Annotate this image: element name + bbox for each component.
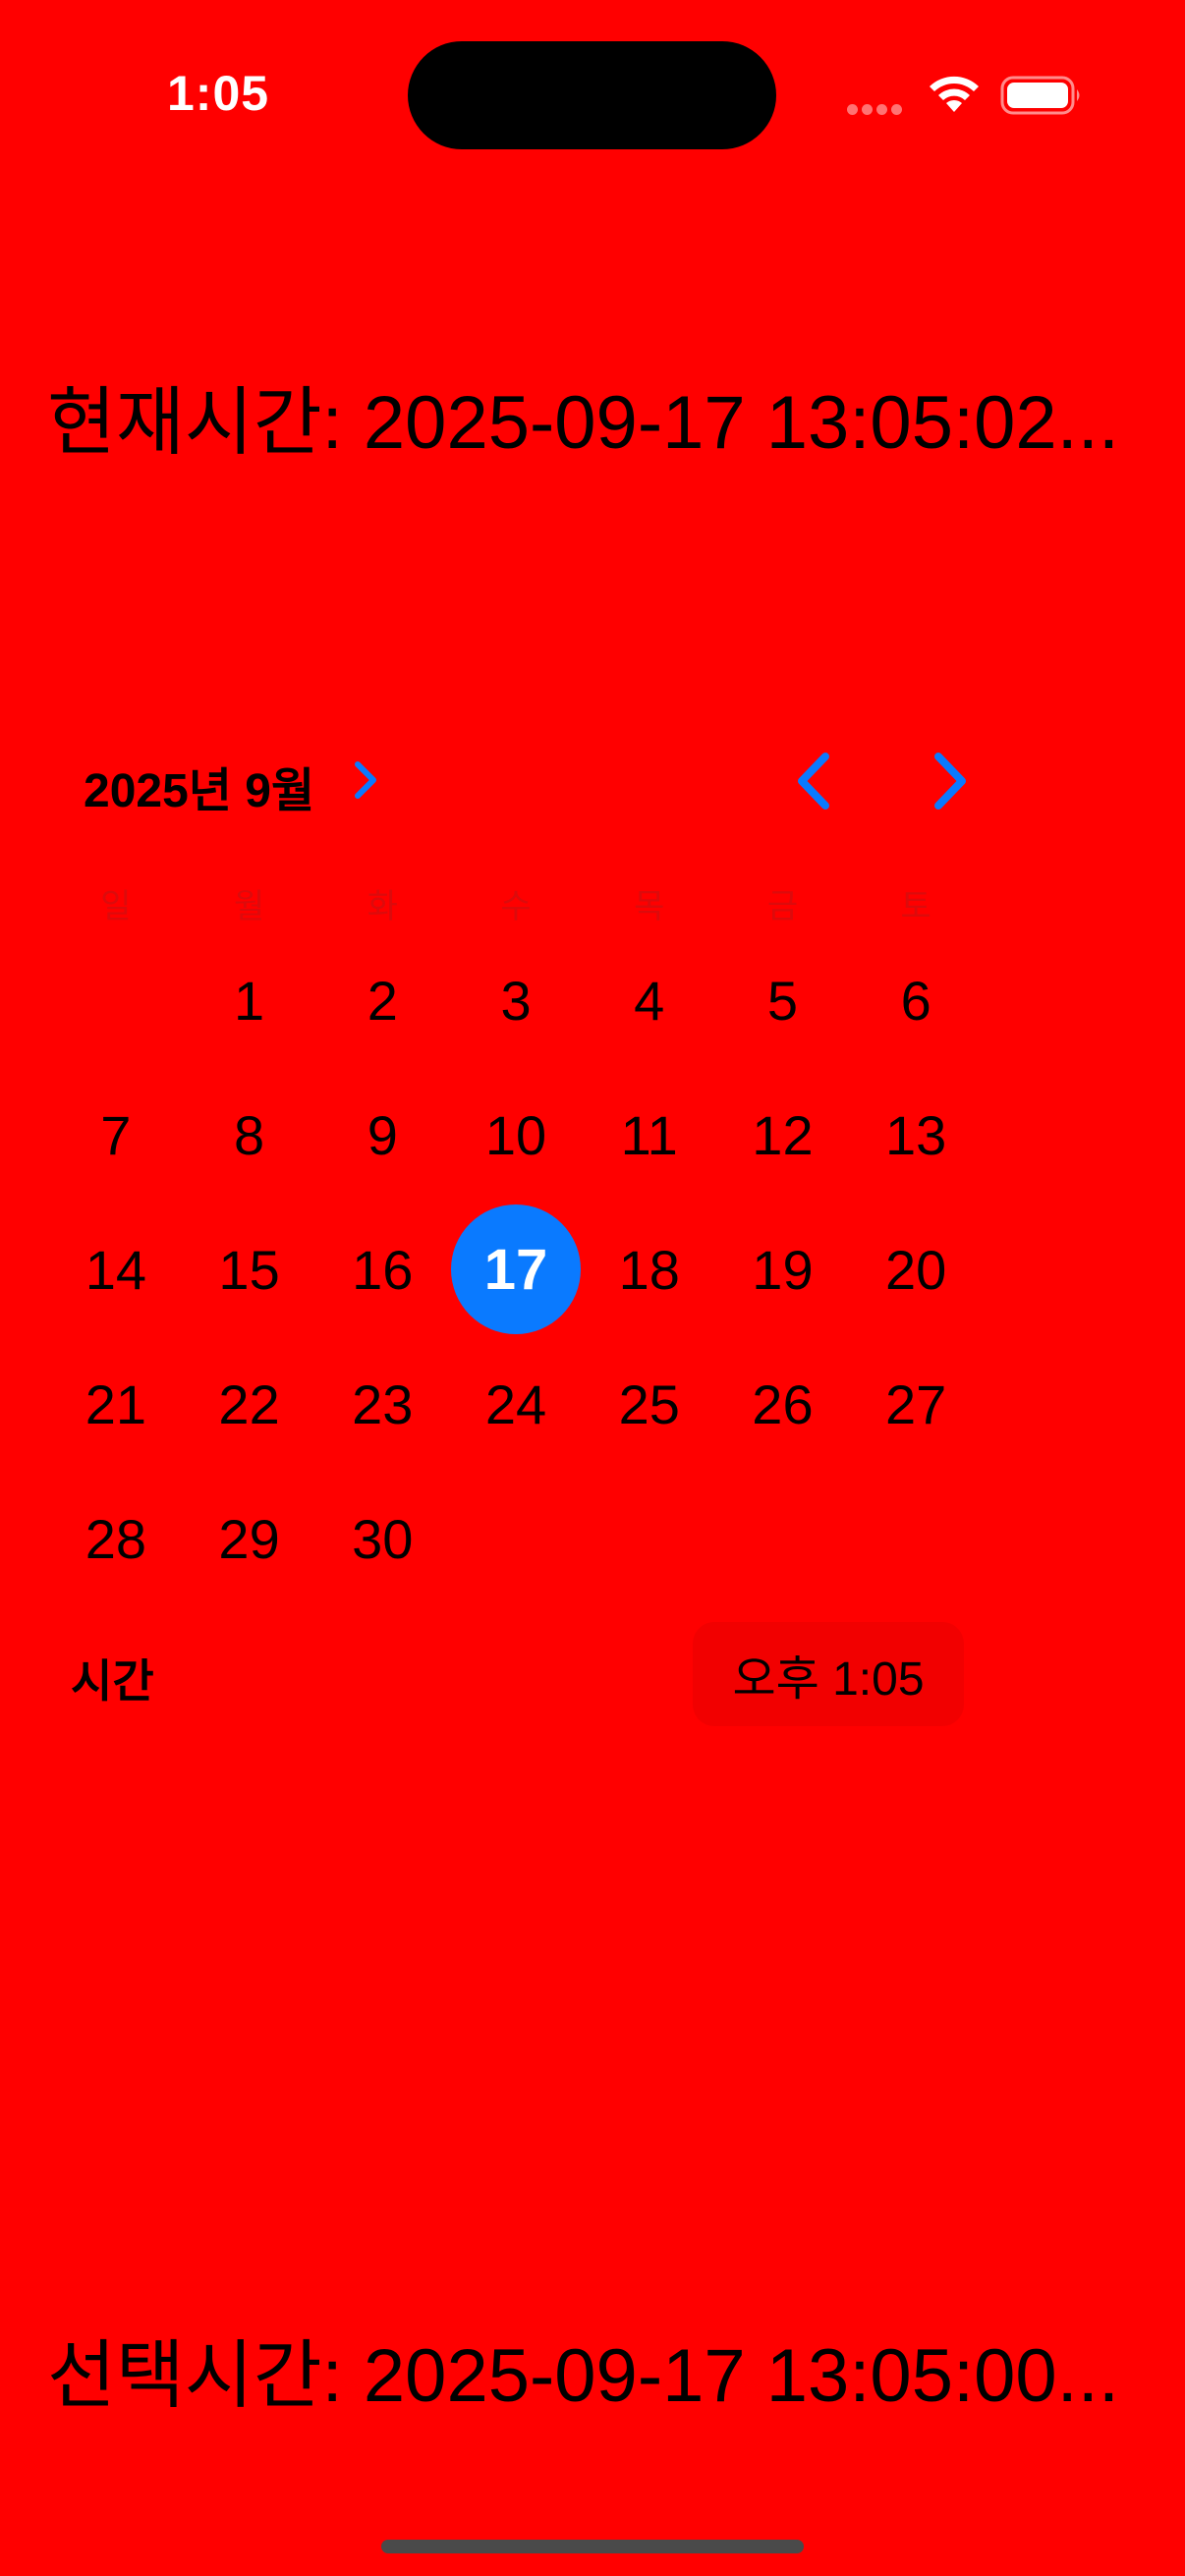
weekday-label: 수 — [500, 888, 532, 925]
empty-day-cell — [49, 933, 183, 1068]
battery-icon — [1000, 76, 1080, 115]
selected-time-text: 선택시간: 2025-09-17 13:05:00... — [47, 2334, 1119, 2418]
calendar-day-14[interactable]: 14 — [49, 1203, 183, 1337]
home-indicator — [381, 2540, 804, 2553]
day-number: 25 — [618, 1373, 680, 1435]
weekday-label: 토 — [900, 888, 931, 925]
calendar-day-15[interactable]: 15 — [183, 1203, 316, 1337]
day-number: 26 — [752, 1373, 814, 1435]
dynamic-island — [408, 41, 776, 149]
day-number: 10 — [484, 1104, 547, 1166]
calendar-day-29[interactable]: 29 — [183, 1472, 316, 1606]
empty-day-cell — [716, 1472, 850, 1606]
day-number: 27 — [885, 1373, 947, 1435]
calendar-day-24[interactable]: 24 — [449, 1337, 583, 1472]
calendar-day-5[interactable]: 5 — [716, 933, 850, 1068]
empty-day-cell — [849, 1472, 983, 1606]
wifi-icon — [930, 76, 979, 112]
day-number: 20 — [885, 1239, 947, 1301]
calendar-day-22[interactable]: 22 — [183, 1337, 316, 1472]
calendar-day-9[interactable]: 9 — [315, 1068, 449, 1203]
calendar-day-21[interactable]: 21 — [49, 1337, 183, 1472]
day-number: 22 — [218, 1373, 280, 1435]
calendar-day-1[interactable]: 1 — [183, 933, 316, 1068]
day-number: 4 — [634, 970, 665, 1032]
day-number: 7 — [100, 1104, 132, 1166]
calendar-day-16[interactable]: 16 — [315, 1203, 449, 1337]
calendar-week-row: 14 15 16 17 18 19 20 — [49, 1203, 983, 1337]
calendar-day-27[interactable]: 27 — [849, 1337, 983, 1472]
empty-day-cell — [449, 1472, 583, 1606]
day-number: 1 — [234, 970, 265, 1032]
day-number: 16 — [352, 1239, 414, 1301]
day-number: 13 — [885, 1104, 947, 1166]
calendar-week-row: 21 22 23 24 25 26 27 — [49, 1337, 983, 1472]
day-number: 23 — [352, 1373, 414, 1435]
calendar-day-19[interactable]: 19 — [716, 1203, 850, 1337]
day-number: 6 — [900, 970, 931, 1032]
status-bar-time: 1:05 — [167, 66, 270, 121]
month-year-selector[interactable]: 2025년 9월 — [84, 752, 314, 820]
day-number: 30 — [352, 1508, 414, 1570]
day-number: 3 — [500, 970, 532, 1032]
calendar-day-25[interactable]: 25 — [583, 1337, 716, 1472]
day-number: 18 — [618, 1239, 680, 1301]
current-time-text: 현재시간: 2025-09-17 13:05:02... — [47, 381, 1119, 465]
next-month-button[interactable] — [919, 747, 978, 815]
weekday-label: 화 — [367, 888, 398, 925]
calendar-week-row: 1 2 3 4 5 6 — [49, 933, 983, 1068]
weekday-label: 일 — [100, 888, 132, 925]
calendar-day-30[interactable]: 30 — [315, 1472, 449, 1606]
chevron-right-icon[interactable] — [352, 758, 379, 802]
calendar-day-26[interactable]: 26 — [716, 1337, 850, 1472]
day-number: 8 — [234, 1104, 265, 1166]
calendar-day-13[interactable]: 13 — [849, 1068, 983, 1203]
calendar-day-4[interactable]: 4 — [583, 933, 716, 1068]
day-number: 5 — [766, 970, 799, 1032]
day-number: 28 — [85, 1508, 146, 1570]
time-picker-button[interactable]: 오후 1:05 — [693, 1622, 964, 1726]
calendar-day-7[interactable]: 7 — [49, 1068, 183, 1203]
calendar-day-8[interactable]: 8 — [183, 1068, 316, 1203]
calendar-day-10[interactable]: 10 — [449, 1068, 583, 1203]
calendar-week-row: 28 29 30 — [49, 1472, 983, 1606]
calendar-day-20[interactable]: 20 — [849, 1203, 983, 1337]
day-number: 9 — [367, 1104, 398, 1166]
day-number: 24 — [484, 1373, 547, 1435]
weekday-label: 금 — [766, 888, 799, 925]
calendar-day-3[interactable]: 3 — [449, 933, 583, 1068]
day-number: 19 — [752, 1239, 814, 1301]
calendar-day-28[interactable]: 28 — [49, 1472, 183, 1606]
day-number: 17 — [483, 1238, 548, 1302]
day-number: 12 — [752, 1104, 814, 1166]
calendar-day-6[interactable]: 6 — [849, 933, 983, 1068]
weekday-header: 일 월 화 수 목 금 토 — [49, 879, 983, 928]
calendar-week-row: 7 8 9 10 11 12 13 — [49, 1068, 983, 1203]
calendar-day-23[interactable]: 23 — [315, 1337, 449, 1472]
empty-day-cell — [583, 1472, 716, 1606]
weekday-label: 월 — [233, 888, 265, 925]
day-number: 14 — [85, 1239, 146, 1301]
calendar-days-grid: 1 2 3 4 5 6 7 8 9 10 11 12 13 14 15 16 17 18 19 20 21 22 23 24 2… — [49, 933, 983, 1606]
weekday-label: 목 — [634, 888, 665, 925]
day-number: 21 — [85, 1373, 146, 1435]
day-number: 15 — [218, 1239, 280, 1301]
previous-month-button[interactable] — [786, 747, 845, 815]
time-label: 시간 — [71, 1655, 154, 1707]
calendar-day-12[interactable]: 12 — [716, 1068, 850, 1203]
calendar-day-11[interactable]: 11 — [583, 1068, 716, 1203]
day-number: 11 — [620, 1104, 678, 1166]
calendar-day-18[interactable]: 18 — [583, 1203, 716, 1337]
cellular-dots-icon — [847, 102, 908, 115]
calendar-day-2[interactable]: 2 — [315, 933, 449, 1068]
day-number: 2 — [367, 970, 398, 1032]
calendar-day-17[interactable]: 17 — [449, 1203, 583, 1337]
day-number: 29 — [218, 1508, 280, 1570]
